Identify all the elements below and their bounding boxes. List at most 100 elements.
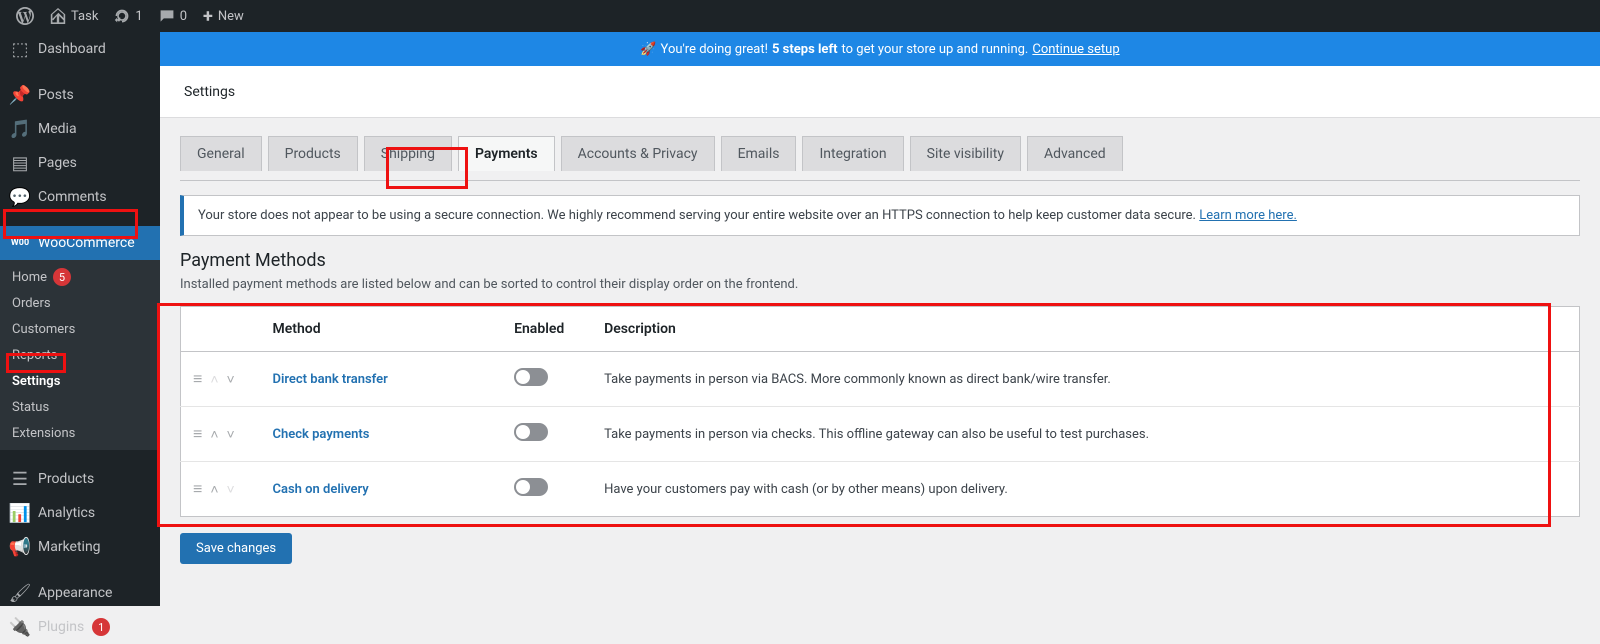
site-name-text: Task (71, 9, 98, 24)
comment-icon: 💬 (10, 187, 30, 207)
wc-settings-label: Settings (12, 374, 60, 389)
updates-item[interactable]: 1 (106, 0, 150, 32)
continue-setup-link[interactable]: Continue setup (1032, 42, 1119, 57)
sidebar-item-marketing[interactable]: 📢 Marketing (0, 530, 160, 564)
sidebar-item-pages[interactable]: ▤ Pages (0, 146, 160, 180)
drag-handle-icon[interactable]: ≡ (193, 369, 202, 388)
woocommerce-label: WooCommerce (38, 235, 135, 251)
plugins-badge: 1 (92, 618, 110, 636)
sidebar-item-analytics[interactable]: 📊 Analytics (0, 496, 160, 530)
col-description: Description (592, 307, 1579, 352)
analytics-label: Analytics (38, 505, 95, 521)
banner-prefix: You're doing great! (661, 42, 768, 57)
new-label: New (218, 9, 244, 24)
wc-reports-label: Reports (12, 348, 57, 363)
marketing-label: Marketing (38, 539, 101, 555)
https-notice: Your store does not appear to be using a… (180, 195, 1580, 236)
table-row: ≡ ˄ ˅ Direct bank transfer Take payments… (181, 352, 1580, 407)
tab-payments[interactable]: Payments (458, 136, 555, 171)
tab-products[interactable]: Products (268, 136, 358, 171)
save-button[interactable]: Save changes (180, 533, 292, 564)
banner-suffix: to get your store up and running. (842, 42, 1029, 57)
tab-advanced[interactable]: Advanced (1027, 136, 1123, 171)
wp-logo[interactable] (8, 0, 42, 32)
section-title: Payment Methods (180, 250, 1580, 271)
table-row: ≡ ˄ ˅ Cash on delivery Have your custome… (181, 462, 1580, 517)
sidebar-sub-status[interactable]: Status (0, 394, 160, 420)
tab-visibility[interactable]: Site visibility (910, 136, 1021, 171)
row-description: Take payments in person via checks. This… (592, 407, 1579, 462)
sidebar-sub-home[interactable]: Home5 (0, 264, 160, 290)
sidebar-item-comments[interactable]: 💬Comments (0, 180, 160, 214)
drag-handle-icon[interactable]: ≡ (193, 424, 202, 443)
marketing-icon: 📢 (10, 537, 30, 557)
page-title: Settings (184, 84, 235, 100)
tab-accounts[interactable]: Accounts & Privacy (561, 136, 715, 171)
sidebar-item-appearance[interactable]: 🖌Appearance (0, 576, 160, 610)
wc-status-label: Status (12, 400, 49, 415)
wc-customers-label: Customers (12, 322, 75, 337)
admin-bar: Task 1 0 + New (0, 0, 1600, 32)
admin-sidebar: ⬚ Dashboard 📌Posts 🎵Media ▤ Pages 💬Comment… (0, 32, 160, 606)
sidebar-item-woocommerce[interactable]: W00WooCommerce (0, 226, 160, 260)
method-link[interactable]: Check payments (273, 427, 370, 442)
tab-emails[interactable]: Emails (721, 136, 797, 171)
tab-shipping[interactable]: Shipping (364, 136, 452, 171)
sidebar-item-plugins[interactable]: 🔌Plugins1 (0, 610, 160, 644)
appearance-icon: 🖌 (10, 583, 30, 603)
method-link[interactable]: Direct bank transfer (273, 372, 388, 387)
enabled-toggle[interactable] (514, 368, 548, 386)
drag-handle-icon[interactable]: ≡ (193, 479, 202, 498)
move-down-icon[interactable]: ˅ (226, 371, 234, 388)
move-up-icon[interactable]: ˄ (210, 426, 218, 443)
col-enabled: Enabled (502, 307, 592, 352)
move-up-icon[interactable]: ˄ (210, 481, 218, 498)
sidebar-sub-reports[interactable]: Reports (0, 342, 160, 368)
sidebar-item-dashboard[interactable]: ⬚ Dashboard (0, 32, 160, 66)
tab-integration[interactable]: Integration (802, 136, 903, 171)
sidebar-item-posts[interactable]: 📌Posts (0, 78, 160, 112)
sidebar-sub-settings[interactable]: Settings (0, 368, 160, 394)
row-description: Have your customers pay with cash (or by… (592, 462, 1579, 517)
updates-count: 1 (135, 9, 142, 24)
plus-icon: + (203, 6, 213, 27)
payment-methods-table: Method Enabled Description ≡ ˄ ˅ Direct … (180, 306, 1580, 517)
section-desc: Installed payment methods are listed bel… (180, 277, 1580, 292)
header-strip: Settings (160, 66, 1600, 118)
notice-text: Your store does not appear to be using a… (198, 208, 1196, 223)
page-icon: ▤ (10, 153, 30, 173)
dashboard-icon: ⬚ (10, 39, 30, 59)
sidebar-item-products[interactable]: ☰ Products (0, 462, 160, 496)
enabled-toggle[interactable] (514, 478, 548, 496)
wc-orders-label: Orders (12, 296, 51, 311)
sidebar-item-media[interactable]: 🎵Media (0, 112, 160, 146)
banner-bold: 5 steps left (772, 42, 838, 57)
analytics-icon: 📊 (10, 503, 30, 523)
posts-label: Posts (38, 87, 74, 103)
row-description: Take payments in person via BACS. More c… (592, 352, 1579, 407)
dashboard-label: Dashboard (38, 41, 106, 57)
products-icon: ☰ (10, 469, 30, 489)
comments-item[interactable]: 0 (151, 0, 195, 32)
new-item[interactable]: + New (195, 0, 252, 32)
settings-tabs: General Products Shipping Payments Accou… (180, 136, 1580, 171)
wc-home-label: Home (12, 270, 47, 285)
method-link[interactable]: Cash on delivery (273, 482, 369, 497)
content-area: 🚀 You're doing great! 5 steps left to ge… (160, 32, 1600, 606)
enabled-toggle[interactable] (514, 423, 548, 441)
sidebar-sub-orders[interactable]: Orders (0, 290, 160, 316)
notice-link[interactable]: Learn more here. (1199, 208, 1297, 223)
woocommerce-submenu: Home5 Orders Customers Reports Settings … (0, 260, 160, 450)
media-label: Media (38, 121, 77, 137)
products-label: Products (38, 471, 94, 487)
move-down-icon[interactable]: ˅ (226, 426, 234, 443)
site-name[interactable]: Task (42, 0, 106, 32)
rocket-icon: 🚀 (640, 42, 656, 57)
comments-count: 0 (180, 9, 187, 24)
setup-banner: 🚀 You're doing great! 5 steps left to ge… (160, 32, 1600, 66)
sidebar-sub-extensions[interactable]: Extensions (0, 420, 160, 446)
pages-label: Pages (38, 155, 77, 171)
table-row: ≡ ˄ ˅ Check payments Take payments in pe… (181, 407, 1580, 462)
sidebar-sub-customers[interactable]: Customers (0, 316, 160, 342)
tab-general[interactable]: General (180, 136, 262, 171)
